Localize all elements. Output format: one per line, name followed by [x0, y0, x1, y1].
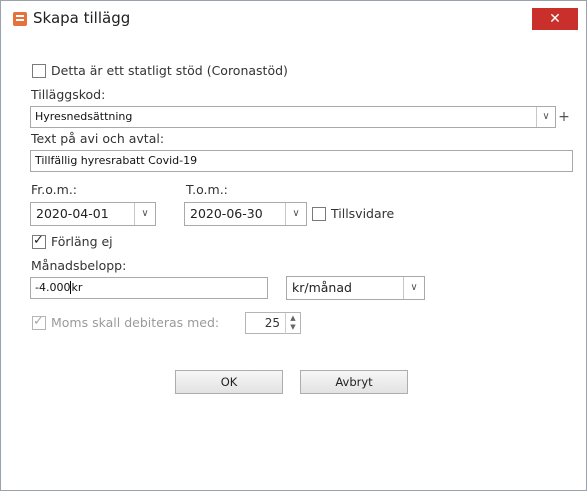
until-further-notice-label: Tillsvidare [331, 206, 395, 221]
create-supplement-dialog: Skapa tillägg ✕ Detta är ett statligt st… [0, 0, 587, 491]
spin-up-icon[interactable]: ▲ [286, 314, 300, 323]
vat-checkbox[interactable] [32, 314, 46, 330]
vat-rate-value: 25 [264, 316, 280, 330]
supplement-code-select[interactable]: Hyresnedsättning ∨ [30, 106, 556, 128]
spinner-arrows[interactable]: ▲ ▼ [285, 313, 300, 334]
spin-down-icon[interactable]: ▼ [286, 323, 300, 332]
supplement-code-value: Hyresnedsättning [35, 110, 133, 123]
state-support-label: Detta är ett statligt stöd (Coronastöd) [51, 63, 288, 78]
vat-rate-spinner[interactable]: 25 ▲ ▼ [245, 312, 301, 334]
cancel-button[interactable]: Avbryt [300, 370, 408, 394]
vat-label: Moms skall debiteras med: [51, 315, 220, 330]
supplement-code-label: Tilläggskod: [31, 87, 106, 102]
invoice-text-input[interactable]: Tillfällig hyresrabatt Covid-19 [30, 150, 573, 172]
amount-period-value: kr/månad [292, 280, 352, 295]
until-further-notice-checkbox[interactable] [312, 207, 326, 221]
state-support-checkbox[interactable] [32, 64, 46, 78]
from-date-picker[interactable]: 2020-04-01 ∨ [30, 202, 156, 226]
chevron-down-icon[interactable]: ∨ [403, 277, 424, 299]
title-bar: Skapa tillägg ✕ [1, 1, 586, 37]
add-supplement-code-button[interactable]: + [556, 107, 572, 127]
chevron-down-icon[interactable]: ∨ [536, 107, 555, 127]
monthly-amount-label: Månadsbelopp: [31, 258, 127, 273]
chevron-down-icon[interactable]: ∨ [285, 203, 306, 225]
to-date-value: 2020-06-30 [190, 206, 263, 221]
no-extend-label: Förläng ej [51, 234, 113, 249]
ok-button[interactable]: OK [175, 370, 283, 394]
monthly-amount-input[interactable]: -4.000kr [30, 277, 268, 299]
app-icon [13, 12, 27, 26]
to-date-picker[interactable]: 2020-06-30 ∨ [184, 202, 307, 226]
from-date-label: Fr.o.m.: [31, 182, 78, 197]
chevron-down-icon[interactable]: ∨ [134, 203, 155, 225]
amount-period-select[interactable]: kr/månad ∨ [286, 276, 425, 300]
no-extend-checkbox[interactable] [32, 233, 46, 249]
close-button[interactable]: ✕ [532, 8, 578, 30]
to-date-label: T.o.m.: [186, 182, 228, 197]
dialog-title: Skapa tillägg [33, 9, 131, 27]
from-date-value: 2020-04-01 [36, 206, 109, 221]
monthly-amount-number: -4.000 [35, 281, 71, 294]
monthly-amount-unit: kr [71, 281, 83, 294]
invoice-text-label: Text på avi och avtal: [31, 131, 165, 146]
